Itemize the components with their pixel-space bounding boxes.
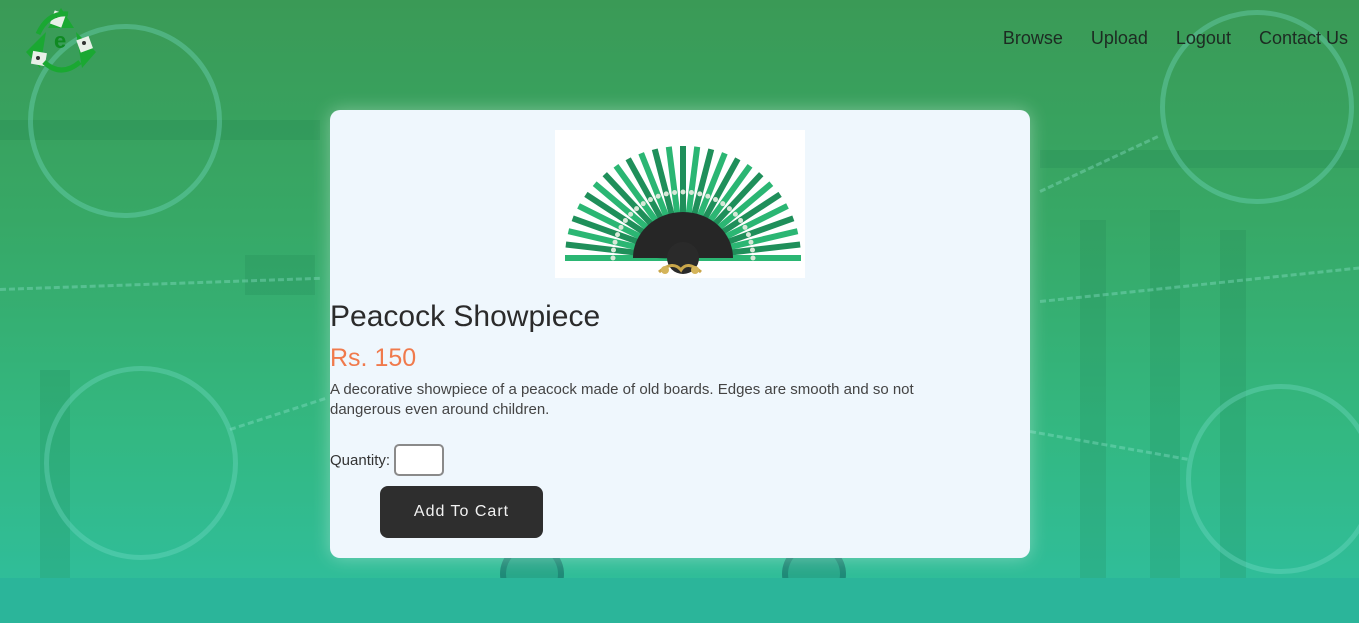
product-price: Rs. 150	[330, 344, 417, 372]
product-card: Peacock Showpiece Rs. 150 A decorative s…	[330, 110, 1030, 558]
product-description: A decorative showpiece of a peacock made…	[330, 381, 914, 418]
recycle-logo-icon: e	[26, 8, 96, 73]
logo[interactable]: e	[24, 6, 98, 76]
product-image	[555, 130, 805, 278]
add-to-cart-button[interactable]: Add To Cart	[380, 486, 543, 538]
quantity-input[interactable]	[394, 444, 445, 476]
nav-browse-link[interactable]: Browse	[1003, 28, 1063, 49]
nav-upload-link[interactable]: Upload	[1091, 28, 1148, 49]
quantity-label: Quantity:	[330, 451, 391, 469]
quantity-row: Quantity:	[330, 444, 445, 476]
phone-circle-icon	[1186, 384, 1359, 574]
peacock-fan-image	[555, 130, 805, 278]
logo-letter: e	[54, 28, 66, 53]
product-title: Peacock Showpiece	[330, 300, 601, 333]
cable-circle-icon	[44, 366, 238, 560]
nav-contact-us-link[interactable]: Contact Us	[1259, 28, 1348, 49]
nav-logout-link[interactable]: Logout	[1176, 28, 1231, 49]
main-nav: Browse Upload Logout Contact Us	[1003, 28, 1348, 49]
